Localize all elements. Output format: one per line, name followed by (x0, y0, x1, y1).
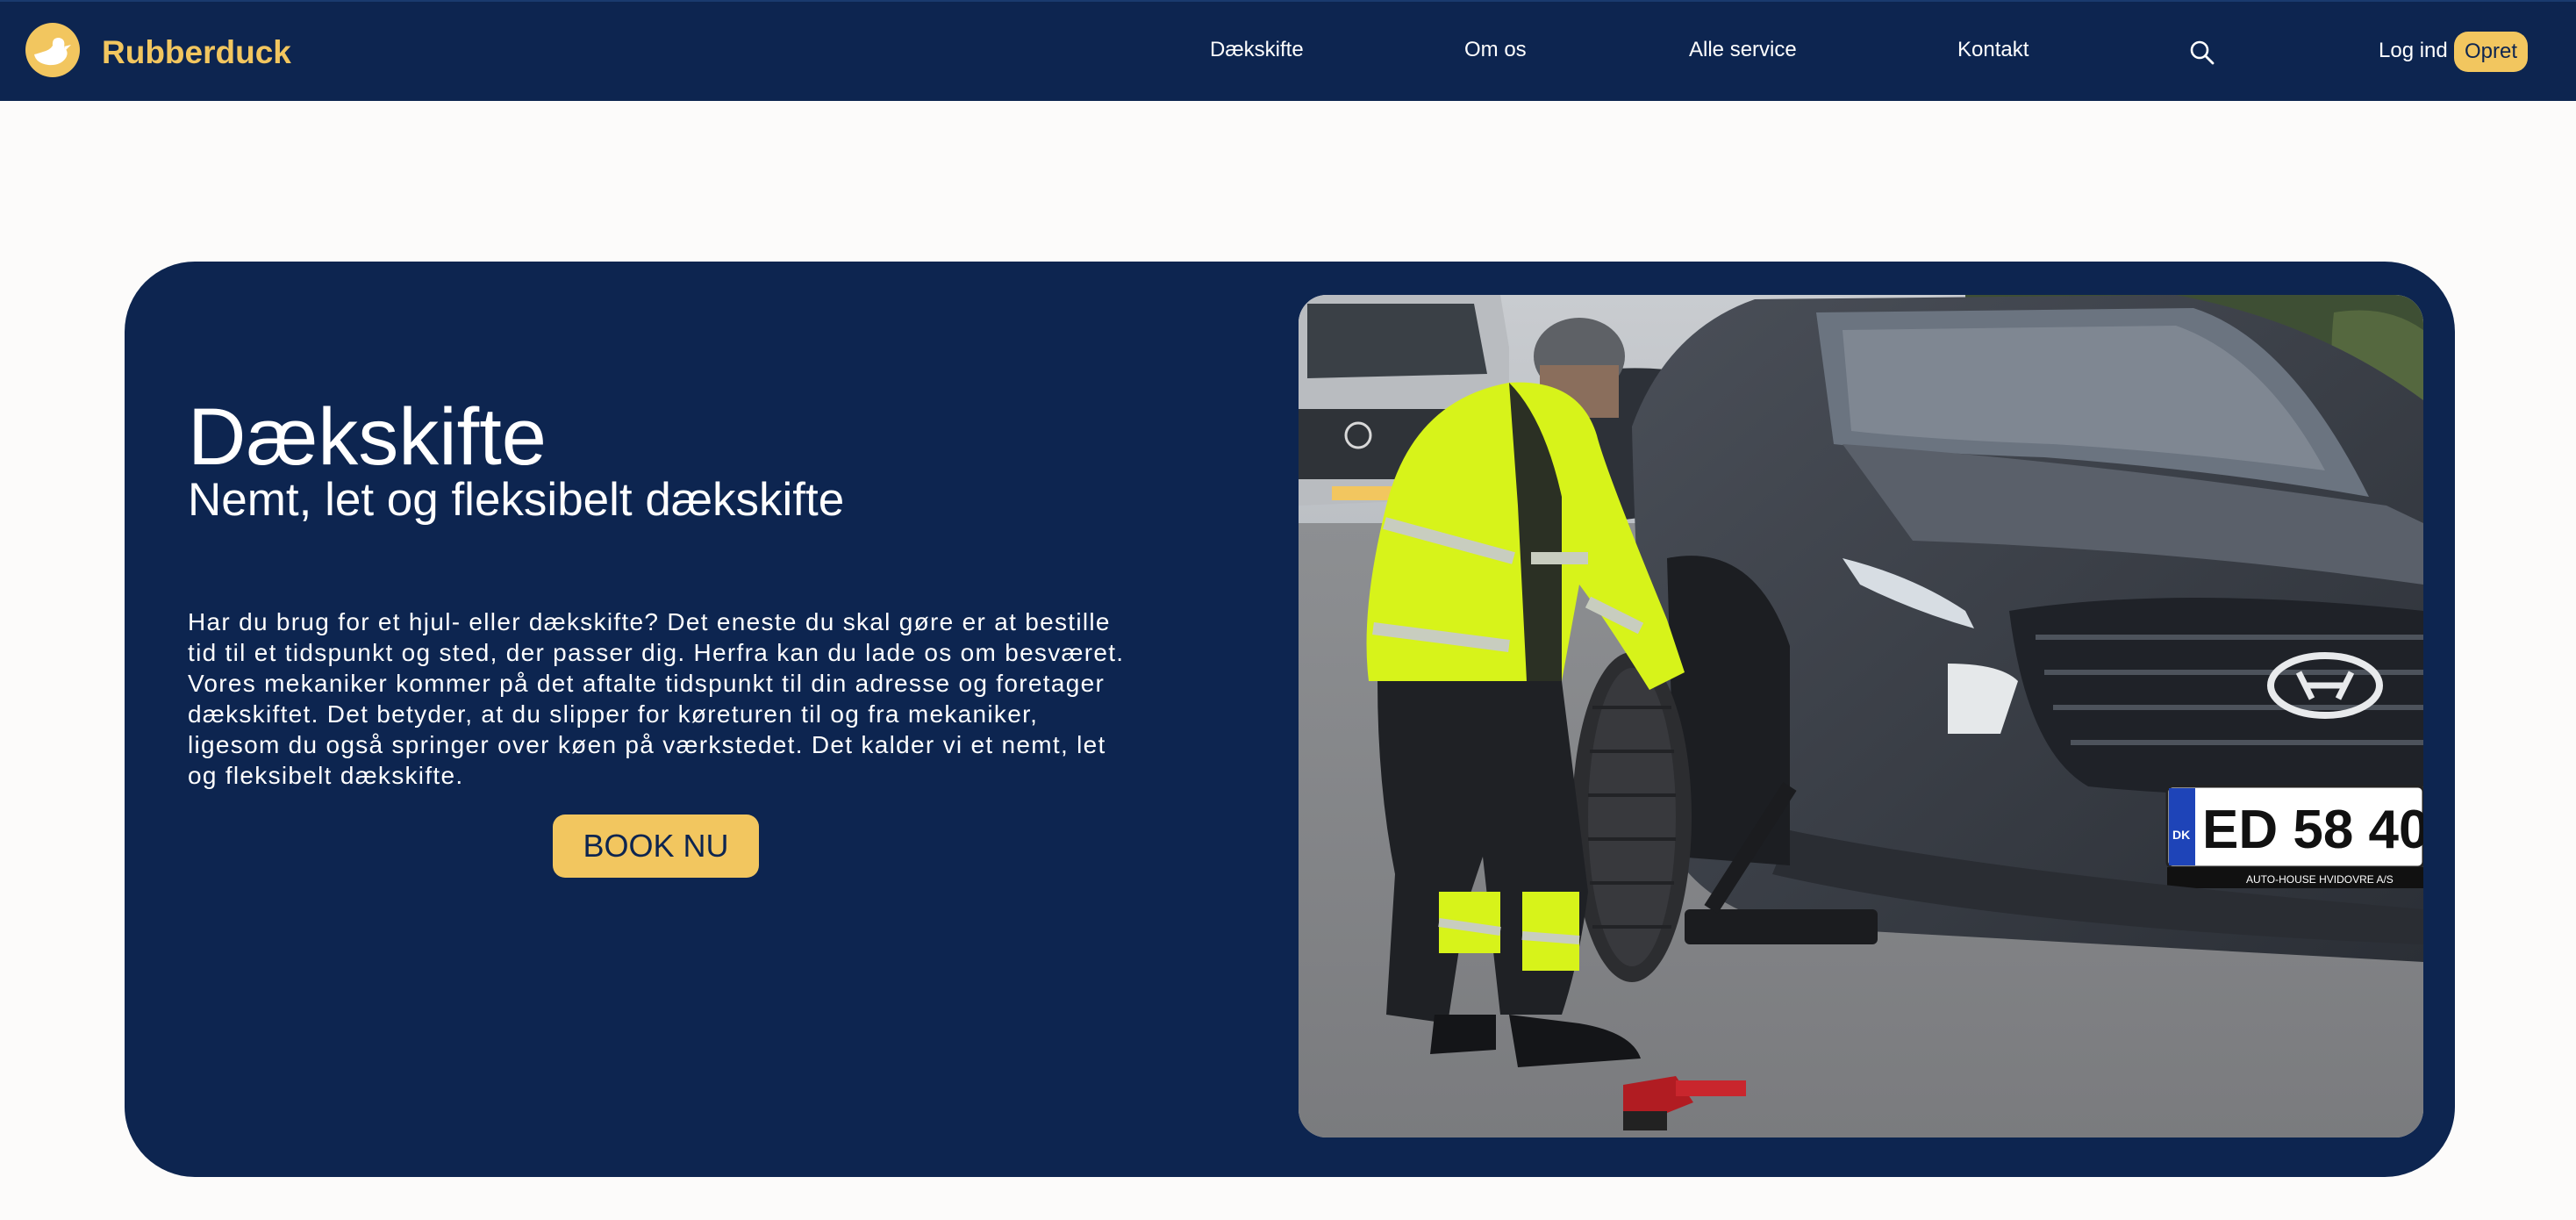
hero-section: Dækskifte Nemt, let og fleksibelt dækski… (125, 262, 2455, 1177)
nav-link-alle-service[interactable]: Alle service (1689, 37, 1797, 63)
nav-link-daekskifte[interactable]: Dækskifte (1210, 37, 1304, 63)
hero-photo-tire-change: DK ED 58 404 AUTO-HOUSE HVIDOVRE A/S (1299, 295, 2423, 1137)
login-link[interactable]: Log ind (2379, 38, 2448, 64)
page-title: Dækskifte (188, 392, 547, 482)
book-now-button[interactable]: BOOK NU (553, 815, 759, 878)
top-navigation-bar: Rubberduck Dækskifte Om os Alle service … (0, 0, 2576, 101)
duck-logo-icon[interactable] (25, 23, 80, 77)
plate-number: ED 58 404 (2202, 800, 2423, 860)
plate-dealer: AUTO-HOUSE HVIDOVRE A/S (2246, 873, 2394, 886)
nav-link-om-os[interactable]: Om os (1464, 37, 1527, 63)
plate-country: DK (2172, 828, 2190, 842)
page-subtitle: Nemt, let og fleksibelt dækskifte (188, 474, 845, 526)
search-icon[interactable] (2188, 39, 2216, 67)
nav-link-kontakt[interactable]: Kontakt (1957, 37, 2029, 63)
intro-paragraph: Har du brug for et hjul- eller dækskifte… (188, 608, 1125, 789)
signup-button[interactable]: Opret (2454, 32, 2529, 72)
brand-name[interactable]: Rubberduck (102, 35, 291, 70)
